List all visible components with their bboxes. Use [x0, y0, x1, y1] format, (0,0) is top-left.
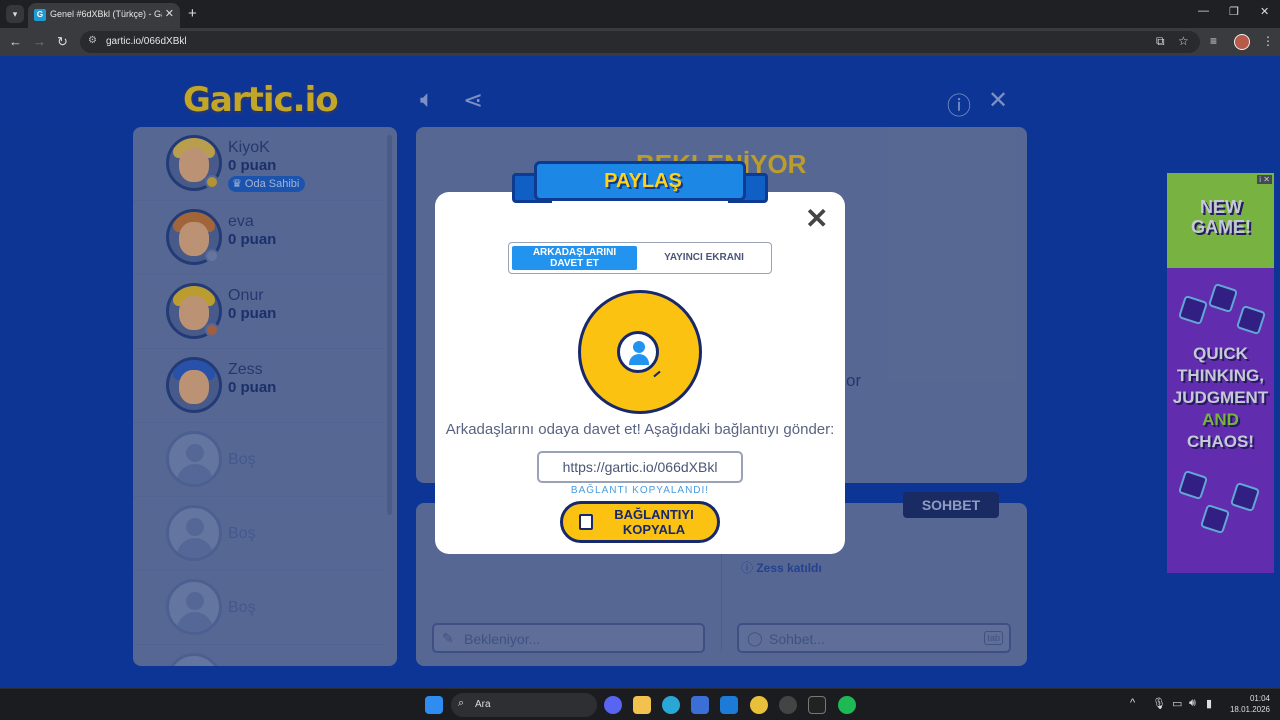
browser-tab[interactable]: G Genel #6dXBkl (Türkçe) - Gartic ✕: [28, 3, 180, 28]
browser-toolbar: ← → ↻ ⚙ gartic.io/066dXBkl ⧉ ☆ ≡ ⋮: [0, 28, 1280, 56]
bookmark-star-icon[interactable]: ☆: [1178, 34, 1189, 48]
copy-button-label: BAĞLANTIYI KOPYALA: [599, 507, 709, 537]
tray-chevron-icon[interactable]: ^: [1130, 697, 1135, 709]
chrome-icon[interactable]: [750, 696, 768, 714]
profile-avatar[interactable]: [1234, 34, 1250, 50]
microphone-icon[interactable]: 🎙︎: [1152, 697, 1166, 710]
site-settings-icon[interactable]: ⚙: [88, 35, 97, 46]
battery-icon[interactable]: ▮: [1206, 697, 1212, 710]
new-tab-plus-icon[interactable]: +: [188, 5, 197, 22]
os-taskbar: ⌕ Ara ^ 🎙︎ ▭ 🔊︎ ▮ 01:04 18.01.2026: [0, 688, 1280, 720]
gartic-favicon-icon: G: [34, 9, 46, 21]
steam-icon[interactable]: [779, 696, 797, 714]
share-mode-tabs: ARKADAŞLARINI DAVET ET YAYINCI EKRANI: [508, 242, 772, 274]
edge-icon[interactable]: [662, 696, 680, 714]
back-arrow-icon[interactable]: ←: [9, 34, 22, 49]
media-controls-icon[interactable]: ≡: [1210, 34, 1217, 48]
file-explorer-icon[interactable]: [633, 696, 651, 714]
restore-icon[interactable]: ❐: [1229, 5, 1239, 18]
copy-icon: [579, 514, 593, 530]
copy-line2: KOPYALA: [622, 522, 686, 537]
invite-instructions: Arkadaşlarını odaya davet et! Aşağıdaki …: [445, 421, 835, 438]
link-copied-notice: BAĞLANTI KOPYALANDI!: [570, 485, 710, 496]
invite-link-field[interactable]: https://gartic.io/066dXBkl: [537, 451, 743, 483]
tab-title: Genel #6dXBkl (Türkçe) - Gartic: [50, 9, 162, 19]
browser-menu-icon[interactable]: ⋮: [1262, 34, 1274, 48]
tab-invite-line2: DAVET ET: [550, 258, 599, 269]
url-text[interactable]: gartic.io/066dXBkl: [106, 36, 187, 47]
tab-streamer-screen[interactable]: YAYINCI EKRANI: [639, 246, 769, 270]
discord-icon[interactable]: [604, 696, 622, 714]
mail-icon[interactable]: [720, 696, 738, 714]
modal-close-icon[interactable]: ✕: [805, 205, 828, 233]
clock-time: 01:04: [1249, 694, 1270, 703]
spotify-icon[interactable]: [838, 696, 856, 714]
taskbar-search-label: Ara: [475, 699, 491, 710]
address-bar[interactable]: ⚙ gartic.io/066dXBkl ⧉ ☆: [80, 31, 1200, 53]
window-close-icon[interactable]: ✕: [1260, 5, 1269, 18]
disc-center: [617, 331, 659, 373]
network-icon[interactable]: ▭: [1172, 697, 1182, 710]
disc-tick-mark: [653, 370, 661, 378]
invite-friend-icon: [578, 290, 702, 414]
epic-games-icon[interactable]: [808, 696, 826, 714]
search-icon: ⌕: [458, 697, 465, 709]
volume-icon[interactable]: 🔊︎: [1189, 697, 1196, 710]
taskbar-search[interactable]: ⌕ Ara: [451, 693, 597, 717]
tab-invite-friends[interactable]: ARKADAŞLARINI DAVET ET: [512, 246, 637, 270]
modal-title: PAYLAŞ: [604, 170, 682, 192]
tab-close-icon[interactable]: ✕: [165, 7, 174, 20]
taskbar-clock[interactable]: 01:04 18.01.2026: [1222, 693, 1270, 715]
user-body-icon: [629, 354, 649, 365]
share-banner: PAYLAŞ: [512, 155, 768, 211]
forward-arrow-icon[interactable]: →: [33, 34, 46, 49]
minimize-icon[interactable]: —: [1198, 5, 1209, 17]
tab-list-button[interactable]: ▾: [6, 5, 24, 23]
windows-start-icon[interactable]: [425, 696, 443, 714]
user-head-icon: [633, 341, 645, 353]
install-app-icon[interactable]: ⧉: [1156, 34, 1165, 49]
reload-icon[interactable]: ↻: [57, 34, 68, 50]
store-icon[interactable]: [691, 696, 709, 714]
banner-ribbon: PAYLAŞ: [534, 161, 746, 201]
tab-invite-line1: ARKADAŞLARINI: [532, 247, 617, 258]
browser-tab-bar: ▾ G Genel #6dXBkl (Türkçe) - Gartic ✕ + …: [0, 0, 1280, 28]
copy-link-button[interactable]: BAĞLANTIYI KOPYALA: [560, 501, 720, 543]
copy-line1: BAĞLANTIYI: [614, 507, 694, 522]
clock-date: 18.01.2026: [1229, 705, 1270, 714]
